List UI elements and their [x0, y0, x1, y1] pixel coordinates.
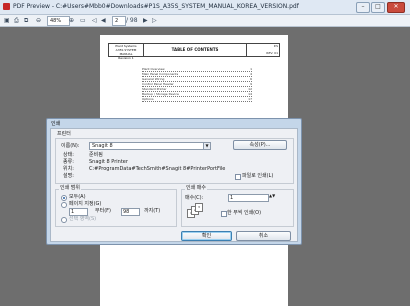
zoom-in-icon[interactable]: ⊕ [69, 16, 74, 25]
first-page-icon[interactable]: ◁ [92, 16, 97, 25]
range-all-label: 모두(A) [69, 194, 86, 200]
properties-button[interactable]: 속성(P)... [233, 140, 287, 150]
where-label: 위치: [63, 166, 74, 172]
window-title: PDF Preview - C:#Users#Mbb0#Downloads#P1… [13, 3, 299, 10]
range-pages-label: 페이지 지정(G) [69, 201, 102, 207]
ok-button[interactable]: 확인 [181, 231, 232, 241]
minimize-button[interactable]: – [356, 2, 370, 13]
print-to-file-checkbox[interactable] [235, 174, 241, 180]
zoom-out-icon[interactable]: ⊖ [36, 16, 41, 25]
status-label: 상태: [63, 152, 74, 158]
printer-name-label: 이름(N): [61, 143, 80, 149]
header-left: Plant Systems A35S SYSTEM MANUAL Revisio… [109, 44, 144, 60]
range-to-field[interactable]: 98 [121, 208, 140, 216]
pdf-app-icon [3, 3, 10, 10]
title-bar: PDF Preview - C:#Users#Mbb0#Downloads#P1… [0, 0, 410, 15]
header-title: TABLE OF CONTENTS [144, 44, 247, 56]
save-icon[interactable]: ▣ [4, 16, 10, 25]
zoom-level-field[interactable]: 48% [47, 16, 70, 26]
range-to-label: 까지(T) [144, 208, 161, 214]
copy-icon[interactable]: ⧉ [24, 16, 28, 25]
collate-label: 한 부씩 인쇄(O) [227, 210, 262, 216]
printer-section-label: 프린터 [57, 131, 71, 137]
toc-list: Plant Overview 1 Main Panel Components 4 G… [142, 67, 252, 102]
type-value: Snagit 8 Printer [89, 159, 128, 165]
page-number-field[interactable]: 2 [112, 16, 126, 26]
print-dialog: 인쇄 프린터 이름(N): Snagit 8 ▼ 속성(P)... 상태: 준비… [46, 118, 302, 245]
print-to-file-label: 파일로 인쇄(L) [242, 173, 274, 179]
prev-page-icon[interactable]: ◀ [101, 16, 106, 25]
range-selection-label: 선택 영역(S) [69, 216, 97, 222]
page-total: / 98 [126, 17, 138, 24]
range-pages-radio[interactable] [61, 202, 67, 208]
toc-entry: Options 17 [142, 97, 252, 102]
header-right: P.S REV: 01 [247, 44, 279, 56]
comment-label: 설명: [63, 173, 74, 179]
collate-pages-icon: 3 [195, 203, 203, 212]
chevron-down-icon: ▼ [203, 143, 210, 149]
dialog-title: 인쇄 [51, 121, 61, 127]
page-header: Plant Systems A35S SYSTEM MANUAL Revisio… [108, 43, 280, 60]
fit-page-icon[interactable]: ▭ [80, 16, 86, 25]
dialog-body: 프린터 이름(N): Snagit 8 ▼ 속성(P)... 상태: 준비됨 종… [50, 128, 298, 242]
printer-select[interactable]: Snagit 8 ▼ [89, 142, 211, 150]
copies-label: 매수(C): [185, 195, 204, 201]
copies-spinner[interactable]: ▲▼ [269, 193, 275, 199]
header-right-line: P.S [273, 44, 278, 48]
print-icon[interactable]: ⎙ [14, 16, 19, 25]
next-page-icon[interactable]: ▶ [143, 16, 148, 25]
type-label: 종류: [63, 159, 74, 165]
header-left-line: A35S SYSTEM MANUAL [115, 48, 137, 56]
range-selection-radio[interactable] [61, 217, 67, 223]
range-from-field[interactable]: 1 [69, 208, 88, 216]
last-page-icon[interactable]: ▷ [152, 16, 157, 25]
copies-section-label: 인쇄 매수 [185, 185, 207, 191]
header-right-line: REV: 01 [266, 51, 278, 55]
header-left-line: Revision 1 [118, 56, 134, 60]
app-window: PDF Preview - C:#Users#Mbb0#Downloads#P1… [0, 0, 410, 306]
copies-field[interactable]: 1 [228, 194, 269, 202]
toolbar: ▣ ⎙ ⧉ ⊖ 48% ⊕ ▭ ◁ ◀ 2 / 98 ▶ ▷ [0, 15, 410, 27]
where-value: C:#ProgramData#TechSmith#Snagit 8#Printe… [89, 166, 226, 172]
range-all-radio[interactable] [61, 195, 67, 201]
close-button[interactable]: ✕ [387, 2, 405, 13]
print-range-label: 인쇄 범위 [59, 185, 81, 191]
status-value: 준비됨 [89, 152, 103, 158]
cancel-button[interactable]: 취소 [236, 231, 291, 241]
range-from-label: 부터(F) [95, 208, 111, 214]
document-viewer[interactable]: Plant Systems A35S SYSTEM MANUAL Revisio… [0, 27, 410, 306]
maximize-button[interactable]: □ [371, 2, 385, 13]
